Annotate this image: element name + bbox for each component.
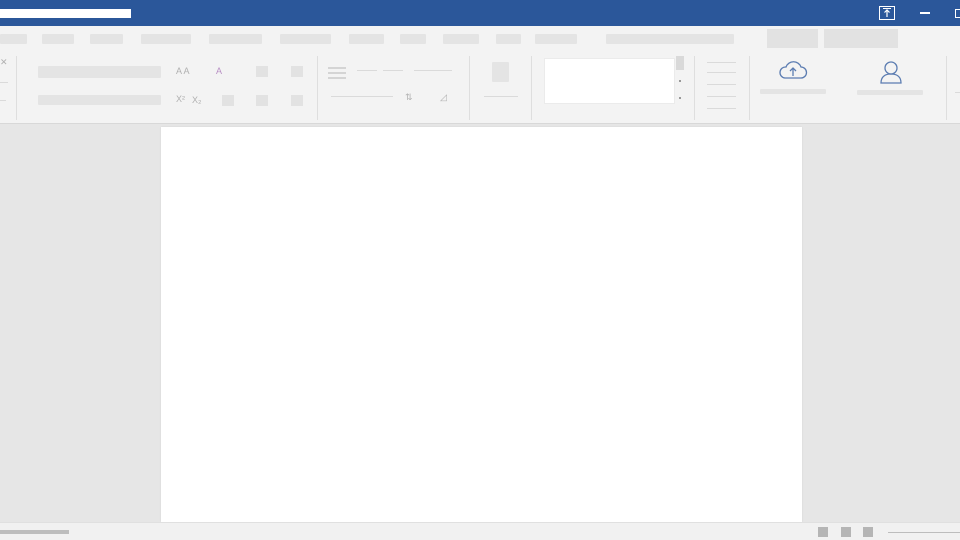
- shading-icon[interactable]: ◿: [440, 93, 447, 102]
- document-page[interactable]: [161, 127, 802, 522]
- ribbon-display-options-button[interactable]: [878, 4, 896, 22]
- grow-shrink-font-icon[interactable]: A A: [176, 67, 190, 76]
- font-size-dropdown[interactable]: [38, 95, 161, 105]
- copy-icon[interactable]: [0, 82, 8, 83]
- upload-button-label: [760, 89, 826, 94]
- tab-design[interactable]: [141, 34, 191, 44]
- comments-button[interactable]: [824, 29, 898, 48]
- editing-line: [707, 84, 736, 85]
- editing-line: [707, 62, 736, 63]
- tab-home[interactable]: [42, 34, 74, 44]
- group-separator: [946, 56, 947, 120]
- underline-button[interactable]: [256, 95, 268, 106]
- indent-controls[interactable]: [414, 70, 452, 71]
- read-mode-button[interactable]: [818, 527, 828, 537]
- paste-special-button[interactable]: [492, 62, 509, 82]
- ribbon-display-options-icon: [879, 6, 895, 20]
- numbering-icon[interactable]: [357, 70, 377, 71]
- alignment-controls[interactable]: [331, 96, 393, 97]
- styles-gallery[interactable]: [544, 58, 675, 104]
- line-spacing-icon[interactable]: ⇅: [405, 93, 413, 102]
- web-layout-button[interactable]: [863, 527, 873, 537]
- restore-button[interactable]: [950, 4, 960, 22]
- multilevel-list-icon[interactable]: [383, 70, 403, 71]
- tab-view[interactable]: [443, 34, 479, 44]
- gallery-more-icon[interactable]: [679, 97, 681, 99]
- highlight-button[interactable]: [291, 66, 303, 77]
- ribbon-tabs: [0, 26, 960, 52]
- share-button[interactable]: [767, 29, 818, 48]
- bullets-icon[interactable]: [327, 66, 347, 80]
- gallery-scroll-up-icon[interactable]: [679, 80, 681, 82]
- restore-icon: [954, 8, 960, 18]
- group-separator: [694, 56, 695, 120]
- page-count-placeholder[interactable]: [0, 530, 69, 534]
- tell-me-search[interactable]: [606, 34, 734, 44]
- group-separator: [531, 56, 532, 120]
- status-bar: [0, 522, 960, 540]
- tab-layout[interactable]: [209, 34, 262, 44]
- gallery-scroll-thumb[interactable]: [676, 56, 684, 70]
- overflow-line: [955, 92, 960, 93]
- minimize-button[interactable]: [916, 4, 934, 22]
- tab-file[interactable]: [0, 34, 27, 44]
- window-title-placeholder: [0, 9, 131, 18]
- font-name-dropdown[interactable]: [38, 66, 161, 78]
- print-layout-button[interactable]: [841, 527, 851, 537]
- text-effects-button[interactable]: [256, 66, 268, 77]
- tab-references[interactable]: [280, 34, 331, 44]
- title-bar: [0, 0, 960, 26]
- user-icon[interactable]: [878, 59, 904, 85]
- tab-insert[interactable]: [90, 34, 123, 44]
- minimize-icon: [920, 12, 930, 14]
- ribbon-home: ✕ A A A X² X₂ ⇅ ◿: [0, 52, 960, 124]
- tab-help[interactable]: [496, 34, 521, 44]
- zoom-slider[interactable]: [888, 532, 960, 533]
- group-separator: [749, 56, 750, 120]
- cloud-upload-icon[interactable]: [778, 59, 808, 81]
- superscript-icon[interactable]: X²: [176, 95, 185, 104]
- editing-line: [707, 108, 736, 109]
- group-label: [484, 96, 518, 97]
- tab-mailings[interactable]: [349, 34, 384, 44]
- tab-extra[interactable]: [535, 34, 577, 44]
- tab-review[interactable]: [400, 34, 426, 44]
- user-button-label: [857, 90, 923, 95]
- document-canvas[interactable]: [0, 125, 960, 522]
- styles-gallery-scroll[interactable]: [675, 56, 685, 106]
- editing-line: [707, 72, 736, 73]
- group-separator: [469, 56, 470, 120]
- font-color-button[interactable]: [222, 95, 234, 106]
- format-painter-icon[interactable]: [0, 100, 6, 101]
- group-separator: [317, 56, 318, 120]
- cut-icon[interactable]: ✕: [0, 58, 8, 67]
- clear-formatting-icon[interactable]: A: [216, 67, 222, 76]
- strikethrough-button[interactable]: [291, 95, 303, 106]
- editing-line: [707, 96, 736, 97]
- group-separator: [16, 56, 17, 120]
- subscript-icon[interactable]: X₂: [192, 96, 202, 105]
